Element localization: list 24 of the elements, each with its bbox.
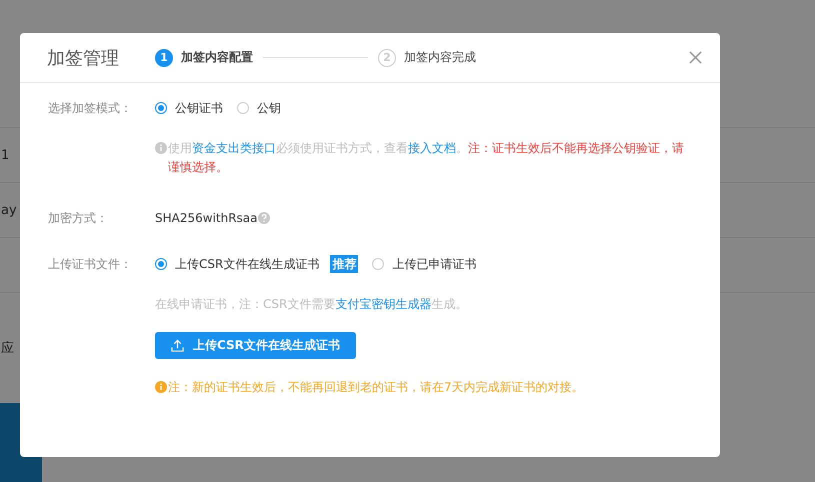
- hint-text: 在线申请证书，注：CSR文件需要支付宝密钥生成器生成。: [155, 296, 468, 313]
- field-label: 加密方式：: [48, 210, 109, 227]
- dialog-title: 加签管理: [47, 46, 120, 70]
- recommended-badge: 推荐: [330, 255, 358, 273]
- hint-text: 使用资金支出类接口必须使用证书方式，查看接入文档。注：证书生效后不能再选择公钥验证，请谨慎选择。: [168, 140, 685, 176]
- field-value: SHA256withRsaa: [155, 210, 258, 227]
- page-text: 应: [1, 340, 14, 357]
- radio-option[interactable]: 上传CSR文件在线生成证书 推荐: [155, 255, 358, 273]
- table-cell: ay: [1, 202, 17, 218]
- upload-icon: [171, 339, 184, 352]
- radio-option[interactable]: 上传已申请证书: [372, 255, 476, 273]
- table-cell: 1: [1, 148, 10, 162]
- step-number: 1: [155, 48, 173, 66]
- radio-option[interactable]: 公钥证书: [155, 99, 223, 117]
- field-label: 上传证书文件：: [48, 256, 133, 273]
- close-icon[interactable]: [689, 51, 702, 64]
- warning-text: 注：新的证书生效后，不能再回退到老的证书，请在7天内完成新证书的对接。: [168, 379, 584, 396]
- help-icon[interactable]: [258, 212, 270, 224]
- step-label: 加签内容配置: [181, 49, 253, 66]
- step-label: 加签内容完成: [404, 49, 476, 66]
- field-label: 选择加签模式：: [48, 100, 133, 117]
- warning-icon: [155, 381, 167, 393]
- radio-option[interactable]: 公钥: [237, 99, 281, 117]
- info-icon: [155, 142, 167, 154]
